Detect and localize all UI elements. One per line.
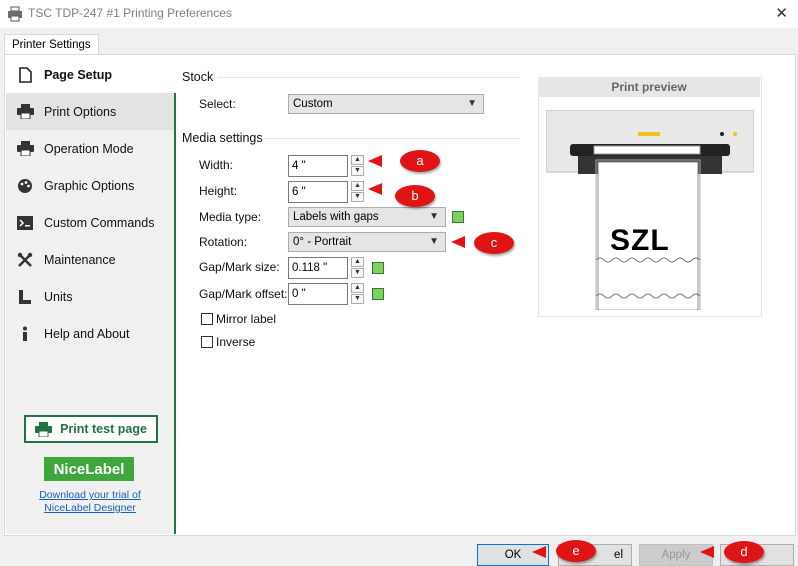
media-divider xyxy=(264,138,520,139)
sidebar-item-label: Custom Commands xyxy=(44,215,155,230)
window-title: TSC TDP-247 #1 Printing Preferences xyxy=(28,6,232,20)
chevron-down-icon: ▼ xyxy=(429,211,439,222)
callout-a: a xyxy=(400,150,440,172)
ruler-icon xyxy=(16,289,34,305)
sidebar-item-help-about[interactable]: Help and About xyxy=(6,315,174,352)
stock-select-value: Custom xyxy=(293,98,333,110)
media-type-lock-toggle[interactable] xyxy=(452,211,464,223)
callout-c-pointer xyxy=(451,236,465,248)
width-up-button[interactable]: ▲ xyxy=(351,155,364,165)
tab-printer-settings[interactable]: Printer Settings xyxy=(4,34,99,55)
gap-offset-up-button[interactable]: ▲ xyxy=(351,283,364,293)
inverse-checkbox[interactable] xyxy=(201,336,213,348)
printer-icon xyxy=(16,141,34,157)
gap-offset-input[interactable]: 0 " xyxy=(288,283,348,305)
media-section-title: Media settings xyxy=(182,131,263,145)
height-down-button[interactable]: ▼ xyxy=(351,192,364,202)
callout-a-pointer xyxy=(368,155,382,167)
chevron-down-icon: ▼ xyxy=(467,98,477,109)
gap-size-down-button[interactable]: ▼ xyxy=(351,268,364,278)
gap-offset-label: Gap/Mark offset: xyxy=(199,287,288,301)
preview-sample-text: SZL xyxy=(610,226,670,250)
callout-b: b xyxy=(395,185,435,207)
gap-offset-lock-toggle[interactable] xyxy=(372,288,384,300)
callout-e: e xyxy=(556,540,596,562)
chevron-down-icon: ▼ xyxy=(429,236,439,247)
page-icon xyxy=(16,66,34,83)
rotation-label: Rotation: xyxy=(199,235,248,249)
nicelabel-logo: NiceLabel xyxy=(44,457,134,481)
callout-b-pointer xyxy=(368,183,382,195)
width-down-button[interactable]: ▼ xyxy=(351,166,364,176)
stock-divider xyxy=(218,77,520,78)
sidebar-item-label: Page Setup xyxy=(44,67,113,82)
gap-size-lock-toggle[interactable] xyxy=(372,262,384,274)
stock-section-title: Stock xyxy=(182,70,214,84)
media-type-select[interactable]: Labels with gaps ▼ xyxy=(288,207,446,227)
callout-d-pointer xyxy=(700,546,714,558)
inverse-text: Inverse xyxy=(216,335,256,349)
sidebar-item-label: Help and About xyxy=(44,326,130,341)
printer-icon xyxy=(35,421,53,437)
sidebar-item-label: Graphic Options xyxy=(44,178,135,193)
print-preview-title: Print preview xyxy=(538,77,760,97)
printer-icon xyxy=(7,6,23,25)
sidebar-item-graphic-options[interactable]: Graphic Options xyxy=(6,167,174,204)
callout-c: c xyxy=(474,232,514,254)
terminal-icon xyxy=(16,215,34,231)
sidebar-item-maintenance[interactable]: Maintenance xyxy=(6,241,174,278)
height-input[interactable]: 6 " xyxy=(288,181,348,203)
width-input[interactable]: 4 " xyxy=(288,155,348,177)
sidebar-item-units[interactable]: Units xyxy=(6,278,174,315)
palette-icon xyxy=(16,178,34,194)
printer-illustration xyxy=(545,109,755,313)
media-type-value: Labels with gaps xyxy=(293,211,379,223)
callout-e-pointer xyxy=(532,546,546,558)
print-test-page-button[interactable]: Print test page xyxy=(24,415,158,443)
sidebar-item-operation-mode[interactable]: Operation Mode xyxy=(6,130,174,167)
wrench-icon xyxy=(16,252,34,268)
sidebar-item-label: Units xyxy=(44,289,73,304)
sidebar-item-label: Print Options xyxy=(44,104,117,119)
stock-select[interactable]: Custom ▼ xyxy=(288,94,484,114)
printer-icon xyxy=(16,104,34,120)
sidebar-item-custom-commands[interactable]: Custom Commands xyxy=(6,204,174,241)
height-up-button[interactable]: ▲ xyxy=(351,181,364,191)
title-bar: TSC TDP-247 #1 Printing Preferences ✕ xyxy=(0,0,798,28)
sidebar-item-page-setup[interactable]: Page Setup xyxy=(6,56,176,93)
gap-size-input[interactable]: 0.118 " xyxy=(288,257,348,279)
sidebar-item-label: Maintenance xyxy=(44,252,116,267)
stock-select-label: Select: xyxy=(199,97,236,111)
rotation-value: 0° - Portrait xyxy=(293,236,352,248)
height-label: Height: xyxy=(199,184,238,198)
width-label: Width: xyxy=(199,158,234,172)
sidebar-item-print-options[interactable]: Print Options xyxy=(6,93,174,130)
gap-offset-down-button[interactable]: ▼ xyxy=(351,294,364,304)
sidebar: Page Setup Print Options Operation Mode … xyxy=(6,56,176,534)
rotation-select[interactable]: 0° - Portrait ▼ xyxy=(288,232,446,252)
media-type-label: Media type: xyxy=(199,210,262,224)
print-test-page-label: Print test page xyxy=(60,422,147,436)
info-icon xyxy=(16,326,34,342)
mirror-label-checkbox[interactable] xyxy=(201,313,213,325)
sidebar-item-label: Operation Mode xyxy=(44,141,134,156)
callout-d: d xyxy=(724,541,764,563)
close-button[interactable]: ✕ xyxy=(775,4,788,22)
mirror-label-text: Mirror label xyxy=(216,312,277,326)
gap-size-up-button[interactable]: ▲ xyxy=(351,257,364,267)
download-trial-link[interactable]: Download your trial of NiceLabel Designe… xyxy=(30,489,150,515)
gap-size-label: Gap/Mark size: xyxy=(199,260,280,274)
